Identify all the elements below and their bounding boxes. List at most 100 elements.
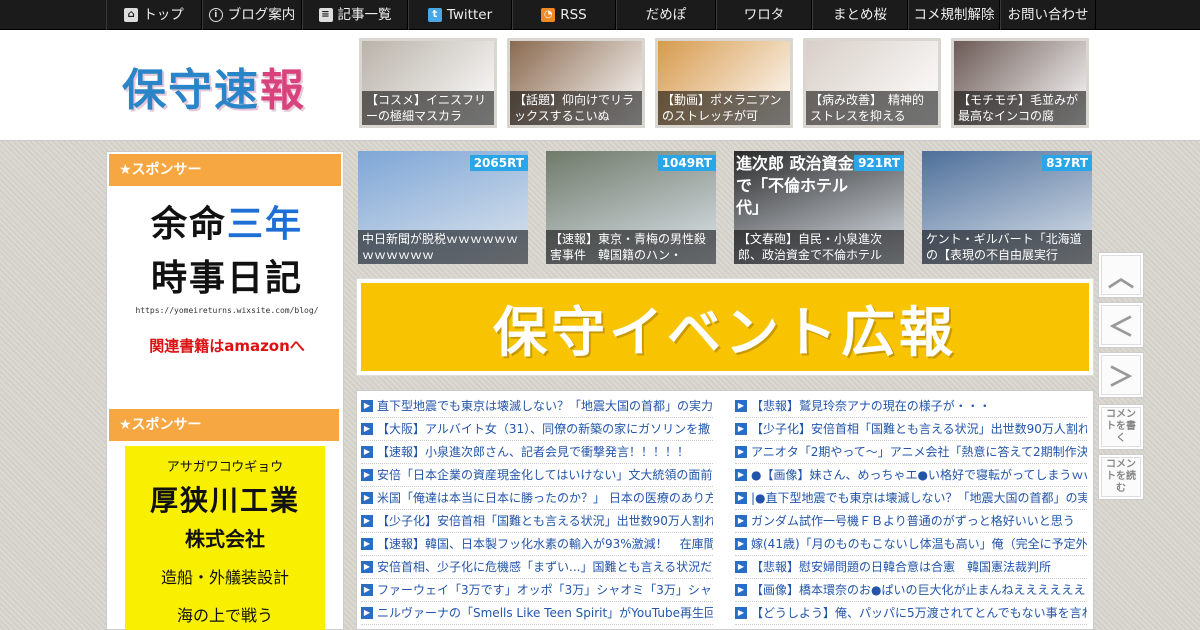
article-list-item[interactable]: ▶ 直下型地震でも東京は壊滅しない？「地震大国の首都」の実力 <box>361 395 713 418</box>
article-list-item[interactable]: ▶ ファーウェイ「3万です」オッポ「3万」シャオミ「3万」シャー <box>361 579 713 602</box>
nav-contact[interactable]: お問い合わせ <box>1000 0 1096 30</box>
article-list-item[interactable]: ▶ 【画像】橋本環奈のお●ぱいの巨大化が止まんねえええええええ <box>735 579 1087 602</box>
thumb-caption: 【動画】ポメラニアンのストレッチが可 <box>658 91 790 125</box>
event-banner[interactable]: 保守イベント広報 <box>356 278 1094 376</box>
article-title: 直下型地震でも東京は壊滅しない？「地震大国の首都」の実力 <box>377 398 713 413</box>
article-title: 【速報】小泉進次郎さん、記者会見で衝撃発言！！！！！ <box>377 444 690 459</box>
nav-matome-sakura[interactable]: まとめ桜 <box>812 0 908 30</box>
arrow-icon: ▶ <box>361 515 373 527</box>
amazon-link[interactable]: 関連書籍はamazonへ <box>122 335 332 356</box>
article-list-item[interactable]: ▶ |●直下型地震でも東京は壊滅しない？「地震大国の首都」の実 <box>735 487 1087 510</box>
arrow-icon: ▶ <box>361 400 373 412</box>
article-title: 安倍「日本企業の資産現金化してはいけない」文大統領の面前 <box>377 467 713 482</box>
rt-caption: 中日新聞が脱税ｗｗｗｗｗｗｗｗｗｗｗｗ <box>358 230 528 264</box>
header-thumb[interactable]: 【コスメ】イニスフリーの極細マスカラ <box>359 38 497 128</box>
write-comment-button[interactable]: コメントを書く <box>1098 404 1144 450</box>
thumb-caption: 【モチモチ】毛並みが最高なインコの腐 <box>954 91 1086 125</box>
rt-caption: ケント・ギルバート「北海道の【表現の不自由展実行 <box>922 230 1092 264</box>
sponsor-ad-asagawa[interactable]: アサガワコウギョウ 厚狭川工業 株式会社 造船・外艤装設計 海の上で戦う <box>125 446 325 630</box>
arrow-icon: ▶ <box>735 492 747 504</box>
header-thumb[interactable]: 【病み改善】 精神的ストレスを抑える <box>803 38 941 128</box>
article-list-item[interactable]: ▶ 【どうしよう】俺、パッパに5万渡されてとんでもない事を言わ <box>735 602 1087 625</box>
article-list: ▶ 直下型地震でも東京は壊滅しない？「地震大国の首都」の実力 ▶ 【大阪】アルバイト女… <box>356 390 1094 630</box>
arrow-icon: ▶ <box>361 561 373 573</box>
next-page-button[interactable]: ＞ <box>1098 352 1144 398</box>
prev-page-button[interactable]: ＜ <box>1098 302 1144 348</box>
sidebar: ★スポンサー 余命三年 時事日記 https://yomeireturns.wi… <box>106 151 344 630</box>
header-thumb[interactable]: 【話題】仰向けでリラックスするこいぬ <box>507 38 645 128</box>
nav-article-list[interactable]: ≡ 記事一覧 <box>302 0 408 30</box>
article-list-item[interactable]: ▶ 【速報】小泉進次郎さん、記者会見で衝撃発言！！！！！ <box>361 441 713 464</box>
nav-warota[interactable]: ワロタ <box>716 0 812 30</box>
article-list-item[interactable]: ▶ 嫁(41歳)「月のものもこないし体温も高い」俺（完全に予定外 <box>735 533 1087 556</box>
article-list-item[interactable]: ▶ アニオタ「2期やって～」アニメ会社「熱意に答えて2期制作決 <box>735 441 1087 464</box>
article-title: ●【画像】妹さん、めっちゃエ●い格好で寝転がってしまうｗｗ <box>751 467 1087 482</box>
scroll-top-button[interactable]: ︿ <box>1098 252 1144 298</box>
article-list-item[interactable]: ▶ 安倍首相、少子化に危機感「まずい...」国難とも言える状況だ <box>361 556 713 579</box>
rt-ranking-item[interactable]: 1049RT 【速報】東京・青梅の男性殺害事件 韓国籍のハン・ <box>546 151 716 264</box>
rt-image-headline: 進次郎 政治資金で「不倫ホテル代」 <box>736 154 854 217</box>
sponsor-ad-yomei[interactable]: 余命三年 時事日記 https://yomeireturns.wixsite.c… <box>122 198 332 388</box>
site-header: 保守速報 【コスメ】イニスフリーの極細マスカラ 【話題】仰向けでリラックスするこ… <box>0 30 1200 141</box>
arrow-icon: ▶ <box>361 492 373 504</box>
read-comment-button[interactable]: コメントを読む <box>1098 454 1144 500</box>
arrow-icon: ▶ <box>361 446 373 458</box>
info-icon: i <box>208 8 223 22</box>
article-list-item[interactable]: ▶ 【少子化】安倍首相「国難とも言える状況」出世数90万人割れ <box>361 510 713 533</box>
arrow-icon: ▶ <box>361 607 373 619</box>
nav-home[interactable]: ⌂ トップ <box>106 0 202 30</box>
top-navigation: ⌂ トップ i ブログ案内 ≡ 記事一覧 t Twitter ◔ RSS だめぽ ワロタ … <box>0 0 1200 30</box>
arrow-icon: ▶ <box>735 423 747 435</box>
sponsor-heading: ★スポンサー <box>109 154 341 186</box>
nav-rss[interactable]: ◔ RSS <box>512 0 616 30</box>
article-title: アニオタ「2期やって～」アニメ会社「熱意に答えて2期制作決 <box>751 444 1087 459</box>
rt-ranking-item[interactable]: 837RT ケント・ギルバート「北海道の【表現の不自由展実行 <box>922 151 1092 264</box>
thumb-caption: 【コスメ】イニスフリーの極細マスカラ <box>362 91 494 125</box>
chevron-left-icon: ＜ <box>1101 305 1141 345</box>
article-title: 【少子化】安倍首相「国難とも言える状況」出世数90万人割れ <box>751 421 1087 436</box>
article-title: ニルヴァーナの「Smells Like Teen Spirit」がYouTube… <box>377 605 713 620</box>
article-list-item[interactable]: ▶ 【速報】韓国、日本製フッ化水素の輸入が93%激減！ 在庫間 <box>361 533 713 556</box>
banner-text: 保守イベント広報 <box>361 283 1089 371</box>
nav-comment-unblock[interactable]: コメ規制解除 <box>908 0 1000 30</box>
article-list-item[interactable]: ▶ 米国「俺達は本当に日本に勝ったのか？」 日本の医療のあり方 <box>361 487 713 510</box>
article-list-item[interactable]: ▶ 【大阪】アルバイト女（31）、同僚の新築の家にガソリンを撒 <box>361 418 713 441</box>
nav-twitter[interactable]: t Twitter <box>408 0 512 30</box>
rt-count-badge: 1049RT <box>657 155 716 171</box>
article-column-right: ▶ 【悲報】鷲見玲奈アナの現在の様子が・・・ ▶ 【少子化】安倍首相「国難とも言える状… <box>735 395 1087 625</box>
rt-count-badge: 921RT <box>854 155 904 171</box>
article-title: ファーウェイ「3万です」オッポ「3万」シャオミ「3万」シャー <box>377 582 713 597</box>
article-title: 【大阪】アルバイト女（31）、同僚の新築の家にガソリンを撒 <box>377 421 711 436</box>
article-title: 【画像】橋本環奈のお●ぱいの巨大化が止まんねえええええええ <box>751 582 1087 597</box>
article-title: 【速報】韓国、日本製フッ化水素の輸入が93%激減！ 在庫間 <box>377 536 713 551</box>
header-thumb[interactable]: 【動画】ポメラニアンのストレッチが可 <box>655 38 793 128</box>
arrow-icon: ▶ <box>735 607 747 619</box>
rss-icon: ◔ <box>541 8 556 22</box>
rt-count-badge: 837RT <box>1042 155 1092 171</box>
article-list-item[interactable]: ▶ 【少子化】安倍首相「国難とも言える状況」出世数90万人割れ <box>735 418 1087 441</box>
article-list-item[interactable]: ▶ 【悲報】慰安婦問題の日韓合意は合憲 韓国憲法裁判所 <box>735 556 1087 579</box>
arrow-icon: ▶ <box>735 538 747 550</box>
site-logo[interactable]: 保守速報 <box>122 54 306 118</box>
nav-damepo[interactable]: だめぽ <box>616 0 716 30</box>
article-list-item[interactable]: ▶ 【悲報】鷲見玲奈アナの現在の様子が・・・ <box>735 395 1087 418</box>
list-icon: ≡ <box>318 8 333 22</box>
rt-ranking-item[interactable]: 進次郎 政治資金で「不倫ホテル代」 921RT 【文春砲】自民・小泉進次郎、政治… <box>734 151 904 264</box>
article-list-item[interactable]: ▶ ニルヴァーナの「Smells Like Teen Spirit」がYouTub… <box>361 602 713 625</box>
header-thumb[interactable]: 【モチモチ】毛並みが最高なインコの腐 <box>951 38 1089 128</box>
rt-caption: 【文春砲】自民・小泉進次郎、政治資金で不倫ホテル <box>734 230 904 264</box>
article-title: ガンダム試作一号機ＦＢより普通のがずっと格好いいと思う <box>751 513 1075 528</box>
nav-blog-guide[interactable]: i ブログ案内 <box>202 0 302 30</box>
article-title: 米国「俺達は本当に日本に勝ったのか？」 日本の医療のあり方 <box>377 490 713 505</box>
arrow-icon: ▶ <box>735 469 747 481</box>
article-list-item[interactable]: ▶ 安倍「日本企業の資産現金化してはいけない」文大統領の面前 <box>361 464 713 487</box>
rt-count-badge: 2065RT <box>469 155 528 171</box>
arrow-icon: ▶ <box>361 469 373 481</box>
rt-ranking-item[interactable]: 2065RT 中日新聞が脱税ｗｗｗｗｗｗｗｗｗｗｗｗ <box>358 151 528 264</box>
chevron-right-icon: ＞ <box>1101 355 1141 395</box>
article-list-item[interactable]: ▶ ●【画像】妹さん、めっちゃエ●い格好で寝転がってしまうｗｗ <box>735 464 1087 487</box>
arrow-icon: ▶ <box>361 584 373 596</box>
article-title: 【悲報】慰安婦問題の日韓合意は合憲 韓国憲法裁判所 <box>751 559 1052 574</box>
arrow-icon: ▶ <box>735 446 747 458</box>
article-list-item[interactable]: ▶ ガンダム試作一号機ＦＢより普通のがずっと格好いいと思う <box>735 510 1087 533</box>
